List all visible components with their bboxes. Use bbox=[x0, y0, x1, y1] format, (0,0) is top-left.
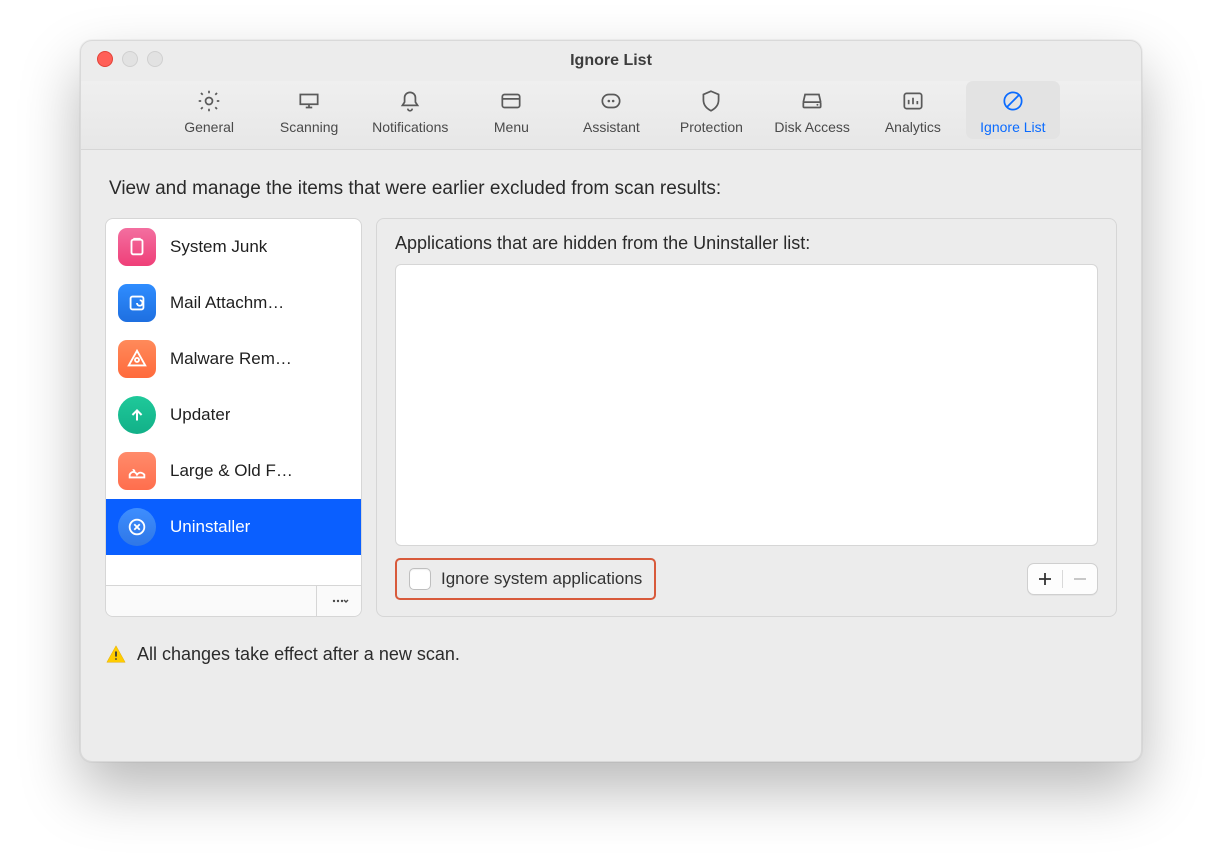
ignore-system-apps-checkbox[interactable] bbox=[409, 568, 431, 590]
disk-icon bbox=[798, 87, 826, 115]
category-sidebar: System Junk Mail Attachm… Malware Rem… bbox=[105, 218, 362, 617]
sidebar-item-uninstaller[interactable]: Uninstaller bbox=[106, 499, 361, 555]
tab-notifications[interactable]: Notifications bbox=[362, 81, 458, 139]
titlebar: Ignore List bbox=[81, 41, 1141, 81]
assistant-icon bbox=[597, 87, 625, 115]
tab-label: Disk Access bbox=[774, 119, 849, 135]
ignore-system-apps-highlight: Ignore system applications bbox=[395, 558, 656, 600]
gear-icon bbox=[195, 87, 223, 115]
updater-icon bbox=[118, 396, 156, 434]
shield-icon bbox=[697, 87, 725, 115]
sidebar-item-label: Mail Attachm… bbox=[170, 293, 284, 313]
tab-label: Scanning bbox=[280, 119, 338, 135]
tab-protection[interactable]: Protection bbox=[664, 81, 758, 139]
large-files-icon bbox=[118, 452, 156, 490]
tab-label: Analytics bbox=[885, 119, 941, 135]
tab-label: Menu bbox=[494, 119, 529, 135]
preferences-window: Ignore List General Scanning Notificatio… bbox=[80, 40, 1142, 762]
ignored-apps-list[interactable] bbox=[395, 264, 1098, 546]
sidebar-item-updater[interactable]: Updater bbox=[106, 387, 361, 443]
detail-panel: Applications that are hidden from the Un… bbox=[376, 218, 1117, 617]
panel-footer: Ignore system applications bbox=[395, 558, 1098, 600]
sidebar-item-large-old-files[interactable]: Large & Old F… bbox=[106, 443, 361, 499]
tab-analytics[interactable]: Analytics bbox=[866, 81, 960, 139]
bell-icon bbox=[396, 87, 424, 115]
ellipsis-chevron-icon bbox=[329, 594, 349, 608]
minimize-window-button[interactable] bbox=[122, 51, 138, 67]
monitor-icon bbox=[295, 87, 323, 115]
uninstaller-icon bbox=[118, 508, 156, 546]
toolbar: General Scanning Notifications Menu Assi… bbox=[81, 81, 1141, 150]
add-remove-control bbox=[1027, 563, 1098, 595]
zoom-window-button[interactable] bbox=[147, 51, 163, 67]
window-footer: All changes take effect after a new scan… bbox=[81, 627, 1141, 681]
category-list: System Junk Mail Attachm… Malware Rem… bbox=[106, 219, 361, 585]
tab-menu[interactable]: Menu bbox=[464, 81, 558, 139]
intro-text: View and manage the items that were earl… bbox=[109, 178, 1113, 200]
tab-label: General bbox=[184, 119, 234, 135]
menubar-icon bbox=[497, 87, 525, 115]
window-controls bbox=[97, 51, 163, 67]
tab-label: Notifications bbox=[372, 119, 448, 135]
sidebar-item-label: Uninstaller bbox=[170, 517, 250, 537]
sidebar-item-label: Large & Old F… bbox=[170, 461, 293, 481]
sidebar-item-label: Updater bbox=[170, 405, 230, 425]
sidebar-item-label: System Junk bbox=[170, 237, 267, 257]
ban-icon bbox=[999, 87, 1027, 115]
sidebar-item-system-junk[interactable]: System Junk bbox=[106, 219, 361, 275]
tab-scanning[interactable]: Scanning bbox=[262, 81, 356, 139]
warning-icon bbox=[105, 643, 127, 665]
remove-item-button[interactable] bbox=[1063, 564, 1097, 594]
panel-title: Applications that are hidden from the Un… bbox=[395, 233, 1098, 254]
sidebar-item-label: Malware Rem… bbox=[170, 349, 292, 369]
window-title: Ignore List bbox=[570, 52, 652, 70]
malware-icon bbox=[118, 340, 156, 378]
chart-icon bbox=[899, 87, 927, 115]
tab-label: Ignore List bbox=[980, 119, 1045, 135]
sidebar-item-malware-removal[interactable]: Malware Rem… bbox=[106, 331, 361, 387]
minus-icon bbox=[1072, 571, 1088, 587]
sidebar-footer bbox=[106, 585, 361, 616]
tab-assistant[interactable]: Assistant bbox=[564, 81, 658, 139]
sidebar-item-mail-attachments[interactable]: Mail Attachm… bbox=[106, 275, 361, 331]
footer-text: All changes take effect after a new scan… bbox=[137, 644, 460, 665]
body: View and manage the items that were earl… bbox=[81, 150, 1141, 627]
tab-label: Protection bbox=[680, 119, 743, 135]
add-item-button[interactable] bbox=[1028, 564, 1062, 594]
mail-attachments-icon bbox=[118, 284, 156, 322]
system-junk-icon bbox=[118, 228, 156, 266]
tab-ignore-list[interactable]: Ignore List bbox=[966, 81, 1060, 139]
tab-label: Assistant bbox=[583, 119, 640, 135]
ignore-system-apps-label: Ignore system applications bbox=[441, 569, 642, 589]
close-window-button[interactable] bbox=[97, 51, 113, 67]
sidebar-filter-input[interactable] bbox=[106, 586, 317, 616]
plus-icon bbox=[1037, 571, 1053, 587]
tab-disk-access[interactable]: Disk Access bbox=[764, 81, 859, 139]
sidebar-actions-menu-button[interactable] bbox=[317, 586, 361, 616]
tab-general[interactable]: General bbox=[162, 81, 256, 139]
